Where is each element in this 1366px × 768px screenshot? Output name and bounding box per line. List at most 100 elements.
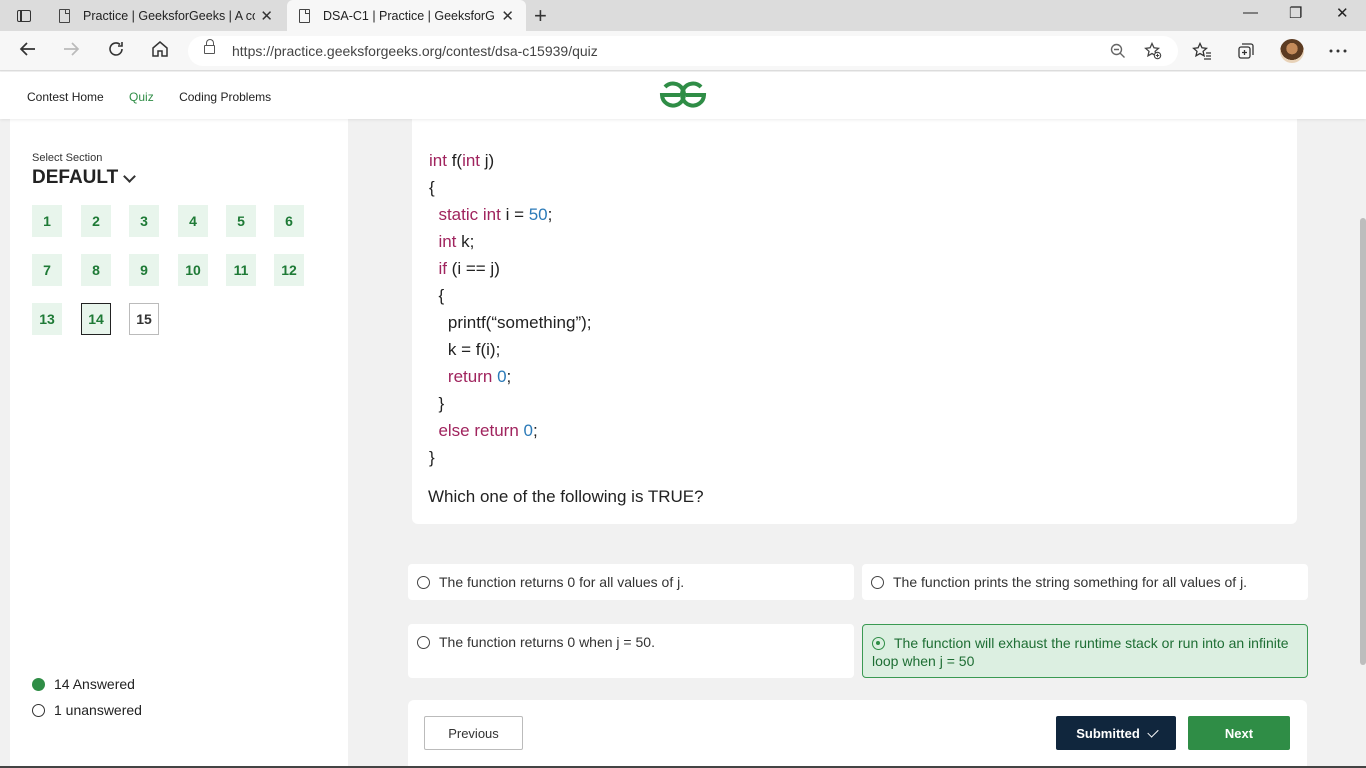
question-number-button[interactable]: 8 — [81, 254, 111, 286]
code-text: i = — [500, 205, 529, 224]
question-number-button[interactable]: 2 — [81, 205, 111, 237]
submitted-label: Submitted — [1076, 725, 1140, 741]
url-text[interactable]: https://practice.geeksforgeeks.org/conte… — [232, 43, 598, 59]
zoom-icon[interactable] — [1110, 43, 1126, 59]
code-text: printf(“something”); — [429, 313, 592, 332]
code-text: ; — [506, 367, 512, 386]
page-scrollbar[interactable] — [1360, 218, 1366, 665]
question-number-button[interactable]: 4 — [178, 205, 208, 237]
arrow-left-icon[interactable] — [18, 39, 38, 59]
code-text: k; — [456, 232, 475, 251]
option-label: The function returns 0 when j = 50. — [439, 634, 655, 650]
code-keyword: static — [438, 205, 479, 224]
browser-tab-1[interactable]: Practice | GeeksforGeeks | A com ✕ — [47, 0, 285, 31]
url-field[interactable]: https://practice.geeksforgeeks.org/conte… — [188, 36, 1178, 66]
code-line: return 0; — [429, 363, 592, 390]
arrow-right-icon[interactable] — [61, 39, 81, 59]
option-1[interactable]: The function returns 0 for all values of… — [408, 564, 854, 600]
site-header: Contest Home Quiz Coding Problems — [0, 72, 1366, 119]
code-keyword: int — [429, 151, 447, 170]
check-icon — [1147, 725, 1159, 738]
code-keyword: return — [474, 421, 519, 440]
code-line: if (i == j) — [429, 255, 592, 282]
chevron-down-icon[interactable] — [123, 170, 136, 183]
address-bar: https://practice.geeksforgeeks.org/conte… — [0, 31, 1366, 71]
question-number-button[interactable]: 3 — [129, 205, 159, 237]
code-line: } — [429, 390, 592, 417]
legend-unanswered: 1 unanswered — [32, 702, 142, 718]
question-number-button[interactable]: 14 — [81, 303, 111, 335]
gfg-logo-icon[interactable] — [658, 80, 708, 110]
question-number-button[interactable]: 11 — [226, 254, 256, 286]
question-number-button[interactable]: 1 — [32, 205, 62, 237]
section-dropdown[interactable]: DEFAULT — [32, 167, 118, 189]
option-4[interactable]: The function will exhaust the runtime st… — [862, 624, 1308, 678]
question-number-button[interactable]: 10 — [178, 254, 208, 286]
question-card: int f(int j){ static int i = 50; int k; … — [412, 119, 1297, 524]
nav-contest-home[interactable]: Contest Home — [27, 90, 104, 104]
home-icon[interactable] — [150, 39, 170, 59]
restore-icon[interactable]: ❐ — [1289, 4, 1302, 22]
page-icon — [299, 8, 310, 23]
question-number-button[interactable]: 5 — [226, 205, 256, 237]
option-2[interactable]: The function prints the string something… — [862, 564, 1308, 600]
nav-quiz[interactable]: Quiz — [129, 90, 154, 104]
unanswered-count: 1 unanswered — [54, 702, 142, 718]
nav-coding-problems[interactable]: Coding Problems — [179, 90, 271, 104]
code-keyword: int — [462, 151, 481, 170]
new-tab-icon[interactable]: + — [534, 3, 547, 29]
more-icon[interactable] — [1329, 49, 1347, 53]
previous-label: Previous — [448, 725, 499, 741]
lock-icon[interactable] — [204, 39, 215, 54]
code-line: int f(int j) — [429, 147, 592, 174]
code-keyword: else — [438, 421, 470, 440]
next-button[interactable]: Next — [1188, 716, 1290, 750]
option-label: The function returns 0 for all values of… — [439, 574, 685, 590]
submitted-button[interactable]: Submitted — [1056, 716, 1176, 750]
code-line: else return 0; — [429, 417, 592, 444]
collections-icon[interactable] — [1237, 42, 1255, 60]
option-label: The function prints the string something… — [893, 574, 1248, 590]
answered-dot-icon — [32, 677, 45, 691]
code-line: printf(“something”); — [429, 309, 592, 336]
page-icon — [59, 8, 70, 23]
question-number-button[interactable]: 7 — [32, 254, 62, 286]
radio-icon[interactable] — [417, 636, 430, 649]
browser-tab-2[interactable]: DSA-C1 | Practice | GeeksforGeel ✕ — [287, 0, 526, 31]
add-favorite-icon[interactable] — [1144, 42, 1162, 60]
next-label: Next — [1224, 725, 1254, 741]
question-number-button[interactable]: 12 — [274, 254, 304, 286]
legend-answered: 14 Answered — [32, 676, 135, 692]
code-text: { — [429, 286, 445, 305]
question-number-button[interactable]: 15 — [129, 303, 159, 335]
code-text: f( — [446, 151, 463, 170]
code-text: (i == j) — [446, 259, 500, 278]
close-window-icon[interactable]: ✕ — [1336, 4, 1349, 22]
code-text: } — [429, 394, 445, 413]
question-number-button[interactable]: 6 — [274, 205, 304, 237]
profile-avatar[interactable] — [1280, 39, 1304, 63]
section-label: Select Section — [32, 152, 103, 164]
close-tab-icon[interactable]: ✕ — [501, 7, 514, 25]
radio-icon[interactable] — [871, 576, 884, 589]
close-tab-icon[interactable]: ✕ — [260, 7, 273, 25]
option-label: The function will exhaust the runtime st… — [872, 635, 1289, 669]
radio-selected-icon[interactable] — [872, 637, 885, 650]
refresh-icon[interactable] — [106, 39, 126, 59]
code-line: { — [429, 174, 592, 201]
question-number-button[interactable]: 9 — [129, 254, 159, 286]
option-3[interactable]: The function returns 0 when j = 50. — [408, 624, 854, 678]
code-keyword: if — [438, 259, 447, 278]
previous-button[interactable]: Previous — [424, 716, 523, 750]
code-keyword: return — [447, 367, 493, 386]
tab-actions-icon[interactable] — [10, 6, 38, 26]
quiz-footer: Previous Submitted Next — [408, 700, 1307, 768]
question-sidebar: Select Section DEFAULT 1 2 3 4 5 6 7 8 9 10 11 12 13… — [10, 119, 348, 768]
minimize-icon[interactable]: — — [1243, 4, 1258, 21]
favorites-icon[interactable] — [1192, 42, 1212, 60]
code-snippet: int f(int j){ static int i = 50; int k; … — [429, 147, 592, 471]
radio-icon[interactable] — [417, 576, 430, 589]
question-number-button[interactable]: 13 — [32, 303, 62, 335]
contest-nav: Contest Home Quiz Coding Problems — [27, 90, 293, 104]
